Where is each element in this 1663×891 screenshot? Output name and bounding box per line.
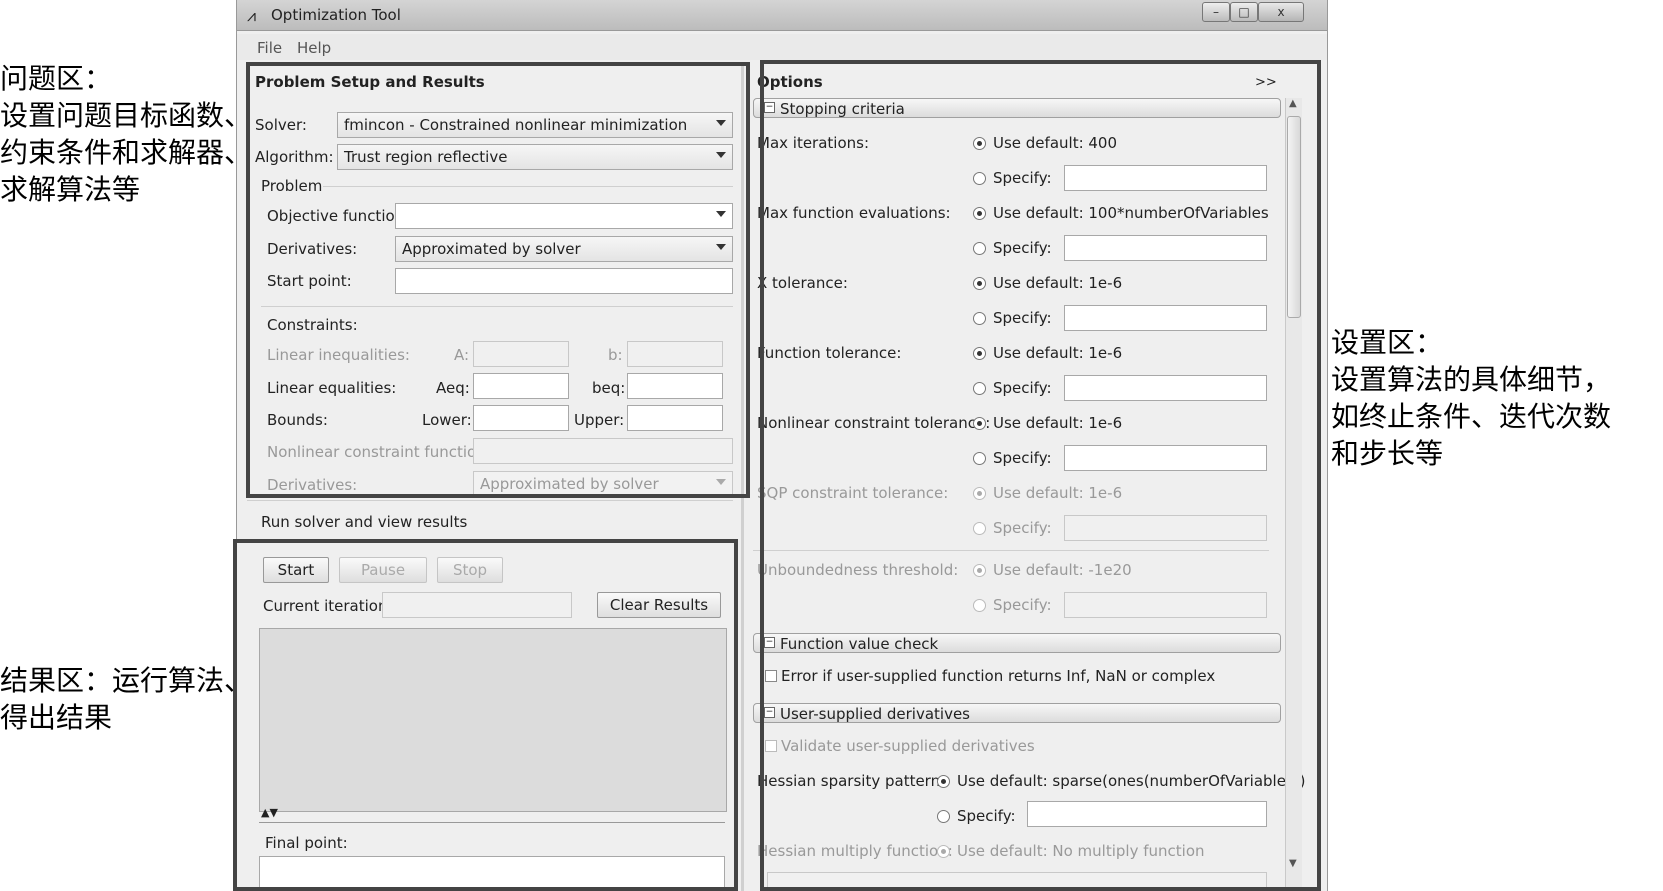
annotation-line: 如终止条件、迭代次数 xyxy=(1331,400,1612,433)
annotation-line: 设置问题目标函数、 xyxy=(0,99,253,132)
annotation-line: 得出结果 xyxy=(0,701,113,734)
results-area-annotation: 结果区：运行算法、 得出结果 xyxy=(0,662,252,736)
options-area-highlight xyxy=(760,60,1321,891)
annotation-line: 设置算法的具体细节， xyxy=(1331,363,1612,396)
annotation-line: 设置区： xyxy=(1331,326,1444,359)
annotation-line: 约束条件和求解器、 xyxy=(0,136,253,169)
matlab-logo-icon: ⩘ xyxy=(247,6,257,25)
annotation-line: 和步长等 xyxy=(1331,437,1444,470)
window-title: Optimization Tool xyxy=(271,6,401,24)
run-solver-group-label: Run solver and view results xyxy=(261,513,468,531)
menu-bar: File Help xyxy=(237,34,1327,60)
annotation-line: 结果区：运行算法、 xyxy=(0,664,253,697)
problem-area-annotation: 问题区： 设置问题目标函数、 约束条件和求解器、 求解算法等 xyxy=(0,60,252,208)
close-button[interactable]: x xyxy=(1258,2,1304,22)
results-area-highlight xyxy=(233,539,738,891)
minimize-button[interactable]: – xyxy=(1202,2,1230,22)
menu-help[interactable]: Help xyxy=(297,39,331,57)
annotation-line: 求解算法等 xyxy=(0,173,141,206)
annotation-line: 问题区： xyxy=(0,62,113,95)
problem-area-highlight xyxy=(246,62,750,498)
options-area-annotation: 设置区： 设置算法的具体细节， 如终止条件、迭代次数 和步长等 xyxy=(1331,324,1611,472)
maximize-button[interactable]: □ xyxy=(1230,2,1258,22)
title-bar[interactable]: ⩘ Optimization Tool – □ x xyxy=(237,0,1327,31)
menu-file[interactable]: File xyxy=(257,39,282,57)
run-divider xyxy=(247,500,733,501)
